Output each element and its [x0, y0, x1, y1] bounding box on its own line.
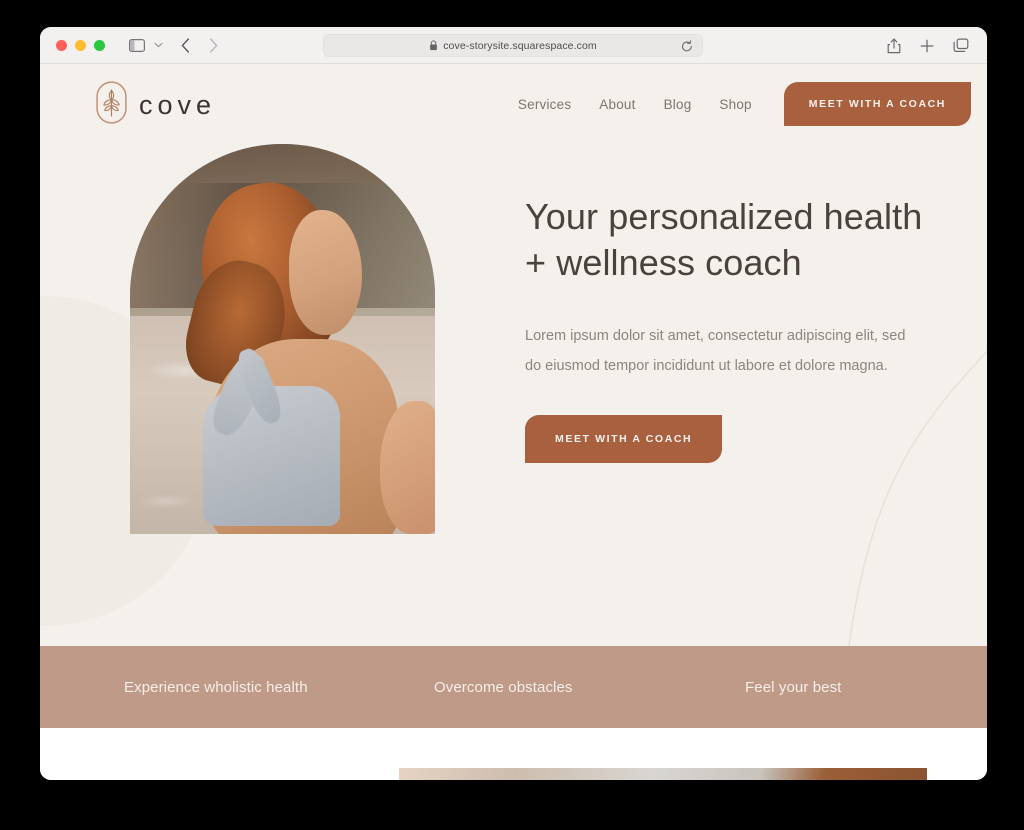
tagline-experience-wholistic-health: Experience wholistic health	[124, 678, 308, 696]
tagline-overcome-obstacles: Overcome obstacles	[434, 678, 573, 696]
hero-section: cove Services About Blog Shop MEET WITH …	[40, 64, 987, 646]
hero-headline: Your personalized health + wellness coac…	[525, 196, 923, 283]
nav-link-blog[interactable]: Blog	[664, 97, 692, 112]
share-icon[interactable]	[887, 38, 901, 54]
header-meet-with-coach-button[interactable]: MEET WITH A COACH	[783, 82, 971, 126]
hero-body: Your personalized health + wellness coac…	[40, 144, 987, 534]
hero-meet-with-coach-button[interactable]: MEET WITH A COACH	[525, 414, 723, 463]
photo-face	[288, 210, 362, 336]
desktop-backdrop: cove-storysite.squarespace.com cove Serv…	[0, 0, 1024, 830]
close-window-button[interactable]	[56, 39, 67, 51]
lock-icon	[429, 40, 438, 51]
minimize-window-button[interactable]	[75, 39, 86, 51]
tagline-feel-your-best: Feel your best	[745, 678, 842, 696]
tagline-banner: Experience wholistic health Overcome obs…	[40, 646, 987, 728]
page-viewport: cove Services About Blog Shop MEET WITH …	[40, 64, 987, 780]
browser-toolbar: cove-storysite.squarespace.com	[40, 27, 987, 64]
hero-photo	[130, 144, 435, 534]
browser-window: cove-storysite.squarespace.com cove Serv…	[40, 27, 987, 780]
site-logo[interactable]: cove	[96, 81, 216, 129]
next-section	[40, 728, 987, 780]
nav-link-shop[interactable]: Shop	[719, 97, 751, 112]
hero-arch-image	[130, 144, 435, 534]
back-arrow-icon[interactable]	[181, 37, 190, 53]
url-text: cove-storysite.squarespace.com	[443, 39, 597, 52]
logo-wordmark: cove	[139, 89, 217, 120]
sidebar-toggle-icon[interactable]	[129, 38, 145, 52]
hero-text-block: Your personalized health + wellness coac…	[435, 144, 925, 534]
toolbar-actions	[887, 27, 969, 64]
site-navigation: Services About Blog Shop MEET WITH A COA…	[518, 82, 971, 126]
window-controls	[56, 39, 105, 51]
site-header: cove Services About Blog Shop MEET WITH …	[40, 64, 987, 144]
maximize-window-button[interactable]	[94, 39, 105, 51]
nav-link-about[interactable]: About	[599, 97, 635, 112]
reload-icon[interactable]	[681, 40, 693, 53]
plus-icon[interactable]	[920, 39, 934, 53]
wheat-sprig-in-arch-icon	[96, 81, 127, 129]
address-bar[interactable]: cove-storysite.squarespace.com	[323, 34, 703, 57]
tab-overview-icon[interactable]	[953, 38, 969, 53]
forward-arrow-icon[interactable]	[209, 37, 218, 53]
next-section-image-peek	[399, 768, 927, 780]
hero-paragraph: Lorem ipsum dolor sit amet, consectetur …	[525, 328, 906, 375]
chevron-down-icon[interactable]	[154, 42, 163, 48]
nav-link-services[interactable]: Services	[518, 97, 571, 112]
photo-arm	[380, 401, 435, 534]
